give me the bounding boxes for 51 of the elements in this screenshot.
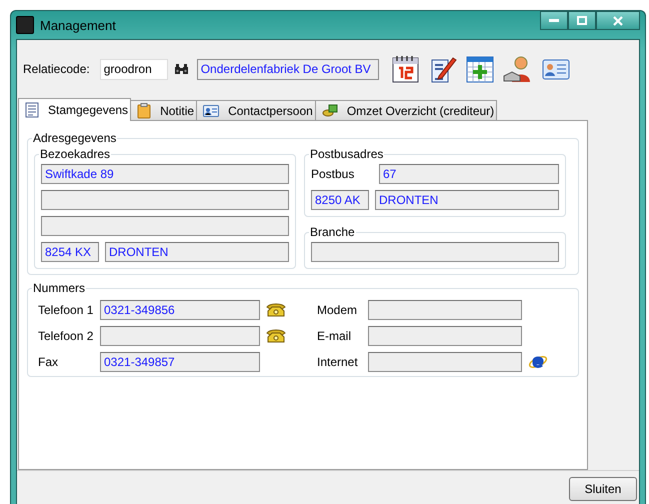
- close-icon: [613, 16, 623, 26]
- relatiecode-label: Relatiecode:: [23, 62, 90, 76]
- field-label: Telefoon 1: [38, 303, 94, 317]
- card-icon: [203, 104, 220, 118]
- document-icon: [25, 102, 39, 118]
- text-field[interactable]: [41, 190, 289, 210]
- tab[interactable]: Omzet Overzicht (crediteur): [314, 100, 498, 120]
- close-button[interactable]: [596, 11, 640, 30]
- phone-icon[interactable]: [266, 328, 286, 344]
- text-field[interactable]: [100, 326, 260, 346]
- text-field[interactable]: DRONTEN: [375, 190, 559, 210]
- field-label: Fax: [38, 355, 60, 369]
- group-title: Adresgegevens: [32, 131, 118, 145]
- calendar-add-icon[interactable]: [464, 54, 495, 84]
- text-field[interactable]: [368, 352, 522, 372]
- minimize-button[interactable]: [540, 11, 568, 30]
- text-field[interactable]: 67: [379, 164, 559, 184]
- text-field[interactable]: DRONTEN: [105, 242, 289, 262]
- text-field[interactable]: [41, 216, 289, 236]
- close-dialog-button[interactable]: Sluiten: [569, 477, 637, 501]
- group-title: Branche: [309, 225, 356, 239]
- calendar-icon[interactable]: [390, 54, 421, 84]
- company-name-field[interactable]: Onderdelenfabriek De Groot BV: [196, 58, 379, 80]
- text-field[interactable]: [368, 300, 522, 320]
- group-title: Bezoekadres: [39, 147, 112, 161]
- maximize-icon: [577, 16, 587, 25]
- maximize-button[interactable]: [568, 11, 596, 30]
- clipboard-icon: [137, 102, 152, 118]
- phone-icon[interactable]: [266, 302, 286, 318]
- text-field[interactable]: Swiftkade 89: [41, 164, 289, 184]
- tab[interactable]: Stamgegevens: [18, 98, 132, 121]
- minimize-icon: [549, 18, 559, 22]
- group-title: Nummers: [32, 281, 86, 295]
- text-field[interactable]: 8250 AK: [311, 190, 369, 210]
- tab[interactable]: Notitie: [130, 100, 198, 120]
- binoculars-icon[interactable]: [174, 63, 189, 75]
- tab[interactable]: Contactpersoon: [196, 100, 316, 120]
- field-label: Modem: [317, 303, 358, 317]
- text-field[interactable]: 8254 KX: [41, 242, 99, 262]
- text-field[interactable]: 0321-349856: [100, 300, 260, 320]
- relatiecode-field[interactable]: groodron: [100, 58, 168, 80]
- text-field[interactable]: [368, 326, 522, 346]
- text-field[interactable]: 0321-349857: [100, 352, 260, 372]
- group-title: Postbusadres: [309, 147, 384, 161]
- window-title: Management: [40, 18, 116, 32]
- field-label: Internet: [317, 355, 359, 369]
- app-logo-icon: [16, 16, 34, 34]
- field-label: Postbus: [311, 167, 356, 181]
- field-label: E-mail: [317, 329, 352, 343]
- field-label: Telefoon 2: [38, 329, 94, 343]
- text-field[interactable]: [311, 242, 559, 262]
